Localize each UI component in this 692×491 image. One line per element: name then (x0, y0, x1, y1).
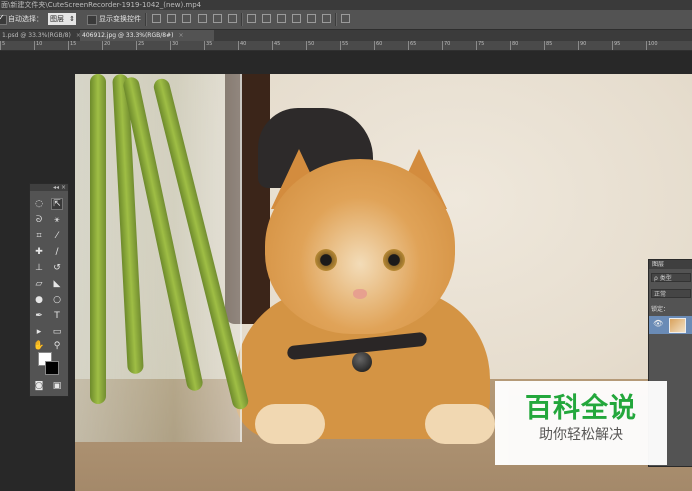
options-bar: 自动选择： 图层 显示变换控件 (0, 10, 692, 30)
ruler-tick: 20 (102, 41, 110, 50)
cat-eye-right (383, 249, 405, 271)
lock-label: 锁定： (651, 306, 670, 313)
ruler-tick: 15 (68, 41, 76, 50)
eraser-icon[interactable]: ▱ (33, 278, 45, 290)
cat-paw-right (425, 404, 495, 444)
align-vcenter-icon[interactable] (167, 14, 176, 23)
align-bottom-icon[interactable] (182, 14, 191, 23)
show-transform-label: 显示变换控件 (99, 15, 141, 23)
ruler-tick: 65 (408, 41, 416, 50)
window-title: 面\新建文件夹\CuteScreenRecorder-1919-1042_(ne… (0, 0, 692, 10)
watermark-box: 百科全说 助你轻松解决 (495, 381, 667, 465)
distribute-bottom-icon[interactable] (277, 14, 286, 23)
ruler-tick: 25 (136, 41, 144, 50)
screen-mode-icon[interactable]: ▣ (51, 380, 63, 392)
ruler-tick: 5 (0, 41, 5, 50)
divider (241, 13, 243, 26)
layer-row-background[interactable]: 👁 (649, 316, 692, 334)
lasso-icon[interactable]: ᘐ (33, 214, 45, 226)
ruler-tick: 95 (612, 41, 620, 50)
ruler-tick: 100 (646, 41, 658, 50)
layers-panel-title[interactable]: 图层 (649, 260, 692, 269)
show-transform-checkbox[interactable] (87, 15, 97, 25)
auto-select-label: 自动选择： (8, 15, 43, 23)
marquee-icon[interactable]: ◌ (33, 198, 45, 210)
distribute-hcenter-icon[interactable] (307, 14, 316, 23)
cat-nose (353, 289, 367, 299)
ruler-tick: 30 (170, 41, 178, 50)
ruler-tick: 90 (578, 41, 586, 50)
ruler-tick: 35 (204, 41, 212, 50)
ruler-tick: 55 (340, 41, 348, 50)
divider (335, 13, 337, 26)
shape-icon[interactable]: ▭ (51, 326, 63, 338)
watermark-subtitle: 助你轻松解决 (539, 427, 623, 443)
ruler-tick: 60 (374, 41, 382, 50)
watermark-title: 百科全说 (525, 393, 637, 424)
auto-select-dropdown[interactable]: 图层 (48, 13, 76, 25)
cat-eye-left (315, 249, 337, 271)
close-icon[interactable]: × (178, 32, 183, 39)
layer-visibility-eye-icon[interactable]: 👁 (653, 319, 663, 328)
tab-1-psd[interactable]: 1.psd @ 33.3%(RGB/8) × (0, 30, 81, 41)
hand-icon[interactable]: ✋ (33, 340, 45, 352)
cat-head (265, 159, 455, 334)
tools-panel: ◂◂ × ◌ ⇱ ᘐ ⚹ ⌗ ⁄ ✚ ∕ ⊥ ↺ ▱ ◣ ● ○ ✒ T ▸ ▭… (29, 183, 69, 397)
brush-icon[interactable]: ∕ (51, 246, 63, 258)
crop-icon[interactable]: ⌗ (33, 230, 45, 242)
distribute-left-icon[interactable] (292, 14, 301, 23)
ruler-tick: 45 (272, 41, 280, 50)
ruler-tick: 40 (238, 41, 246, 50)
cat-paw-left (255, 404, 325, 444)
distribute-vcenter-icon[interactable] (262, 14, 271, 23)
path-select-icon[interactable]: ▸ (33, 326, 45, 338)
ruler-tick: 10 (34, 41, 42, 50)
tools-panel-header[interactable]: ◂◂ × (30, 184, 68, 191)
ruler-tick: 75 (476, 41, 484, 50)
layer-filter-dropdown[interactable]: ρ 类型 (651, 273, 691, 282)
cat-bell (352, 352, 372, 372)
tab-label: 1.psd @ 33.3%(RGB/8) (2, 32, 71, 39)
ruler-tick: 85 (544, 41, 552, 50)
align-top-icon[interactable] (152, 14, 161, 23)
align-right-icon[interactable] (228, 14, 237, 23)
healing-icon[interactable]: ✚ (33, 246, 45, 258)
pen-icon[interactable]: ✒ (33, 310, 45, 322)
stamp-icon[interactable]: ⊥ (33, 262, 45, 274)
blend-mode-dropdown[interactable]: 正常 (651, 289, 691, 298)
distribute-top-icon[interactable] (247, 14, 256, 23)
magic-wand-icon[interactable]: ⚹ (51, 214, 63, 226)
layer-thumbnail (669, 318, 686, 333)
history-brush-icon[interactable]: ↺ (51, 262, 63, 274)
dodge-icon[interactable]: ○ (51, 294, 63, 306)
eyedropper-icon[interactable]: ⁄ (51, 230, 63, 242)
photo-glass-vase (75, 74, 250, 442)
divider (145, 13, 147, 26)
quick-mask-icon[interactable]: ◙ (33, 380, 45, 392)
ruler-tick: 70 (442, 41, 450, 50)
plant-stem (90, 74, 106, 404)
auto-align-icon[interactable] (341, 14, 350, 23)
gradient-icon[interactable]: ◣ (51, 278, 63, 290)
document-tabs: 1.psd @ 33.3%(RGB/8) × 406912.jpg @ 33.3%… (0, 30, 692, 41)
align-hcenter-icon[interactable] (213, 14, 222, 23)
background-color-swatch[interactable] (45, 361, 59, 375)
distribute-right-icon[interactable] (322, 14, 331, 23)
tab-406912-jpg[interactable]: 406912.jpg @ 33.3%(RGB/8#) × (80, 30, 214, 41)
zoom-icon[interactable]: ⚲ (51, 340, 63, 352)
tab-label: 406912.jpg @ 33.3%(RGB/8#) (82, 32, 174, 39)
ruler-tick: 80 (510, 41, 518, 50)
auto-select-checkbox[interactable] (0, 13, 7, 25)
align-left-icon[interactable] (198, 14, 207, 23)
move-icon[interactable]: ⇱ (51, 198, 63, 210)
blur-icon[interactable]: ● (33, 294, 45, 306)
horizontal-ruler: 5 10 15 20 25 30 35 40 45 50 55 60 65 70… (0, 41, 692, 51)
ruler-tick: 50 (306, 41, 314, 50)
text-icon[interactable]: T (51, 310, 63, 322)
